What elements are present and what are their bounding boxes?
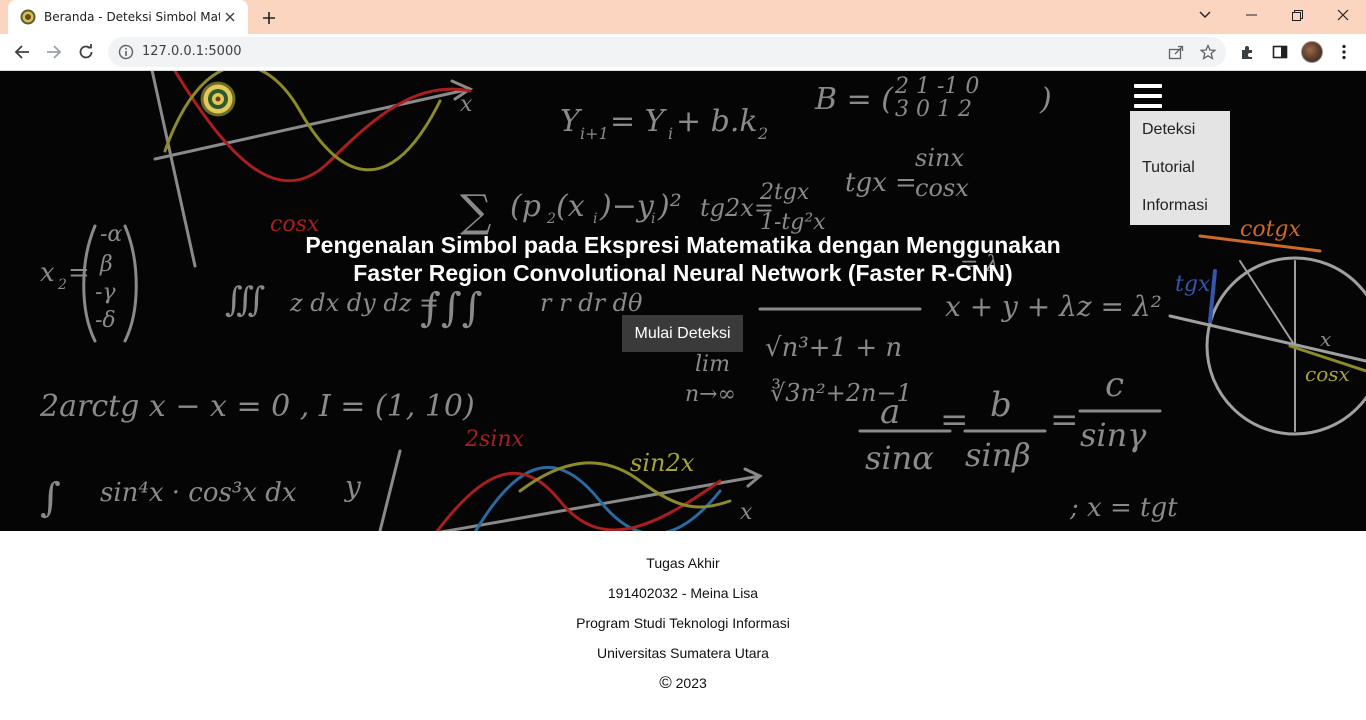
back-icon[interactable] [8, 38, 36, 66]
svg-text:sin⁴x · cos³x dx: sin⁴x · cos³x dx [100, 478, 297, 508]
browser-tab-active[interactable]: Beranda - Deteksi Simbol Matematika [8, 0, 248, 34]
svg-text:x + y + λz = λ²: x + y + λz = λ² [945, 290, 1162, 323]
extensions-icon[interactable] [1237, 41, 1259, 63]
tab-title: Beranda - Deteksi Simbol Matematika [44, 10, 220, 24]
svg-text:2tgx: 2tgx [759, 180, 810, 205]
svg-text:)²: )² [657, 189, 682, 224]
svg-text:z dx dy dz =: z dx dy dz = [289, 289, 439, 317]
footer-year: 2023 [675, 675, 707, 691]
svg-text:sinβ: sinβ [965, 436, 1031, 474]
svg-text:(x: (x [556, 189, 585, 224]
svg-text:x: x [460, 92, 473, 117]
tab-close-icon[interactable] [222, 9, 238, 25]
svg-text:3 0 1 2: 3 0 1 2 [895, 97, 972, 122]
svg-text:n→∞: n→∞ [685, 382, 736, 407]
tab-search-icon[interactable] [1182, 0, 1228, 30]
hamburger-menu-icon[interactable] [1134, 84, 1162, 108]
footer-student-id-name: 191402032 - Meina Lisa [607, 585, 759, 601]
svg-text:sinα: sinα [865, 439, 934, 477]
svg-text:b: b [990, 385, 1012, 425]
svg-text:x: x [1320, 327, 1331, 351]
new-tab-button[interactable] [258, 7, 280, 29]
svg-text:i: i [668, 124, 673, 143]
svg-text:sinγ: sinγ [1080, 416, 1147, 454]
svg-text:= Y: = Y [610, 104, 668, 139]
svg-text:tgx =: tgx = [845, 168, 917, 198]
svg-text:)−y: )−y [599, 189, 655, 224]
footer-copyright: © 2023 [0, 673, 1366, 693]
info-icon[interactable] [118, 44, 134, 60]
svg-text:2: 2 [757, 124, 768, 143]
minimize-icon[interactable] [1228, 0, 1274, 30]
svg-text:sin2x: sin2x [630, 449, 695, 477]
copyright-icon: © [659, 673, 672, 692]
page-title-line-1: Pengenalan Simbol pada Ekspresi Matemati… [305, 232, 1061, 258]
svg-text:2: 2 [546, 211, 556, 227]
restore-icon[interactable] [1274, 0, 1320, 30]
more-vert-icon[interactable] [1333, 41, 1355, 63]
bookmark-star-icon[interactable] [1200, 44, 1216, 60]
svg-text:c: c [1105, 365, 1124, 405]
svg-text:+ b.k: + b.k [676, 104, 758, 139]
svg-text:i: i [651, 211, 655, 227]
svg-text:x: x [740, 500, 753, 525]
svg-text:cosx: cosx [915, 174, 969, 202]
svg-text:): ) [1039, 82, 1052, 117]
page-title-line-2: Faster Region Convolutional Neural Netwo… [353, 260, 1013, 286]
svg-text:∑: ∑ [460, 186, 491, 237]
url-text[interactable]: 127.0.0.1:5000 [142, 44, 242, 59]
svg-text:(p: (p [510, 189, 541, 224]
svg-text:=: = [940, 400, 969, 440]
svg-text:; x = tgt: ; x = tgt [1069, 493, 1178, 523]
menu-item-tutorial[interactable]: Tutorial [1142, 159, 1195, 177]
address-bar[interactable]: 127.0.0.1:5000 [108, 37, 1226, 67]
svg-text:cosx: cosx [1305, 362, 1350, 386]
svg-text:2sinx: 2sinx [464, 427, 524, 452]
nav-dropdown-menu: Deteksi Tutorial Informasi [1130, 111, 1230, 225]
footer: Tugas Akhir 191402032 - Meina Lisa Progr… [0, 531, 1366, 720]
footer-university: Universitas Sumatera Utara [597, 645, 769, 661]
svg-text:∫∫∫: ∫∫∫ [420, 285, 483, 331]
svg-text:a: a [880, 392, 900, 432]
svg-text:∫: ∫ [40, 475, 61, 521]
share-icon[interactable] [1168, 44, 1184, 60]
svg-text:B = (: B = ( [814, 82, 894, 117]
svg-text:2 1 -1 0: 2 1 -1 0 [894, 74, 979, 99]
close-icon[interactable] [1320, 0, 1366, 30]
menu-item-deteksi[interactable]: Deteksi [1142, 121, 1195, 139]
page-title: Pengenalan Simbol pada Ekspresi Matemati… [0, 231, 1366, 287]
svg-text:2arctg x − x = 0 , I = (1, 10): 2arctg x − x = 0 , I = (1, 10) [39, 389, 475, 424]
footer-study-program: Program Studi Teknologi Informasi [576, 615, 790, 631]
svg-text:lim: lim [695, 352, 730, 377]
menu-item-informasi[interactable]: Informasi [1142, 197, 1208, 215]
svg-text:-δ: -δ [95, 308, 116, 333]
svg-text:=: = [1050, 400, 1079, 440]
svg-text:y: y [343, 470, 362, 503]
svg-text:i+1: i+1 [580, 124, 609, 143]
side-panel-icon[interactable] [1269, 41, 1291, 63]
tab-favicon-icon [20, 9, 36, 25]
reload-icon[interactable] [72, 38, 100, 66]
browser-toolbar: 127.0.0.1:5000 [0, 34, 1366, 71]
univ-logo-icon[interactable] [200, 81, 236, 117]
start-detection-button[interactable]: Mulai Deteksi [622, 315, 743, 352]
profile-avatar[interactable] [1301, 41, 1323, 63]
hero-section: Yi+1 = Yi + b.k 2 B = ( 2 1 -1 0 3 0 1 2 … [0, 71, 1366, 531]
svg-text:r r dr dθ: r r dr dθ [540, 289, 643, 317]
svg-text:i: i [593, 211, 597, 227]
browser-tab-strip: Beranda - Deteksi Simbol Matematika [0, 0, 1366, 34]
svg-text:√n³+1 + n: √n³+1 + n [765, 333, 902, 363]
svg-text:sinx: sinx [915, 144, 964, 172]
forward-icon[interactable] [40, 38, 68, 66]
footer-thesis-label: Tugas Akhir [646, 555, 720, 571]
